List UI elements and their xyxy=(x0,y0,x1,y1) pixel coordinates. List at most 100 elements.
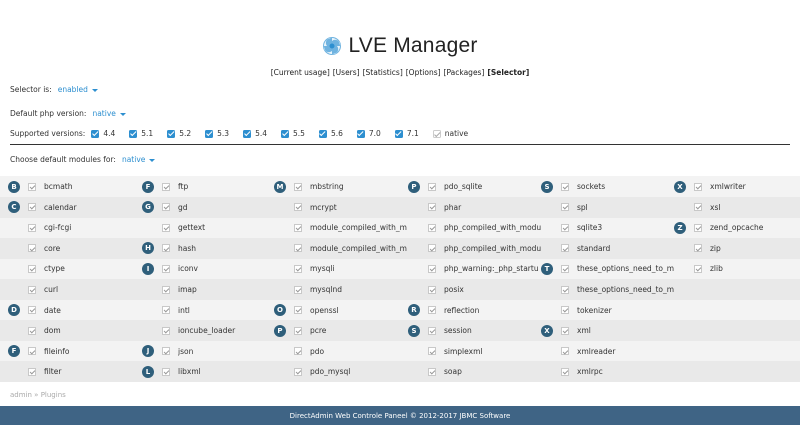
module-checkbox[interactable] xyxy=(162,347,170,356)
module-checkbox[interactable] xyxy=(694,223,702,232)
module-checkbox[interactable] xyxy=(294,244,302,253)
module-item[interactable]: mbstring xyxy=(294,176,408,197)
module-checkbox[interactable] xyxy=(428,367,436,376)
module-checkbox[interactable] xyxy=(561,306,569,315)
module-checkbox[interactable] xyxy=(28,347,36,356)
module-item[interactable]: tokenizer xyxy=(561,300,675,321)
default-php-dropdown[interactable]: native xyxy=(92,109,126,118)
module-checkbox[interactable] xyxy=(162,264,170,273)
module-item[interactable]: gd xyxy=(162,197,276,218)
module-item[interactable]: zend_opcache xyxy=(694,217,800,238)
module-item[interactable]: php_compiled_with_modu xyxy=(428,217,542,238)
nav-statistics[interactable]: [Statistics] xyxy=(363,68,403,77)
module-checkbox[interactable] xyxy=(428,264,436,273)
module-item[interactable]: session xyxy=(428,320,542,341)
module-checkbox[interactable] xyxy=(561,244,569,253)
module-checkbox[interactable] xyxy=(694,182,702,191)
version-option[interactable]: 5.5 xyxy=(281,129,305,138)
version-checkbox[interactable] xyxy=(243,129,252,138)
module-item[interactable]: ctype xyxy=(28,258,142,279)
module-checkbox[interactable] xyxy=(162,326,170,335)
module-item[interactable]: intl xyxy=(162,300,276,321)
module-item[interactable]: phar xyxy=(428,197,542,218)
module-checkbox[interactable] xyxy=(694,203,702,212)
module-item[interactable]: curl xyxy=(28,279,142,300)
module-item[interactable]: libxml xyxy=(162,361,276,382)
module-item[interactable]: ioncube_loader xyxy=(162,320,276,341)
module-checkbox[interactable] xyxy=(561,203,569,212)
module-checkbox[interactable] xyxy=(294,326,302,335)
module-checkbox[interactable] xyxy=(428,182,436,191)
breadcrumb-current[interactable]: Plugins xyxy=(41,391,66,399)
module-checkbox[interactable] xyxy=(28,285,36,294)
module-item[interactable]: xmlwriter xyxy=(694,176,800,197)
module-item[interactable]: core xyxy=(28,238,142,259)
module-item[interactable]: hash xyxy=(162,238,276,259)
module-checkbox[interactable] xyxy=(28,306,36,315)
module-checkbox[interactable] xyxy=(28,326,36,335)
module-checkbox[interactable] xyxy=(162,223,170,232)
module-item[interactable]: xml xyxy=(561,320,675,341)
module-item[interactable]: mysqli xyxy=(294,258,408,279)
module-item[interactable]: these_options_need_to_m xyxy=(561,258,675,279)
module-checkbox[interactable] xyxy=(162,182,170,191)
version-checkbox[interactable] xyxy=(318,129,327,138)
module-item[interactable]: xmlreader xyxy=(561,341,675,362)
module-item[interactable]: calendar xyxy=(28,197,142,218)
module-checkbox[interactable] xyxy=(694,244,702,253)
module-checkbox[interactable] xyxy=(694,264,702,273)
module-item[interactable]: openssl xyxy=(294,300,408,321)
module-item[interactable]: pdo xyxy=(294,341,408,362)
module-checkbox[interactable] xyxy=(428,326,436,335)
module-checkbox[interactable] xyxy=(561,182,569,191)
module-checkbox[interactable] xyxy=(28,244,36,253)
module-item[interactable]: iconv xyxy=(162,258,276,279)
version-checkbox[interactable] xyxy=(432,129,441,138)
module-checkbox[interactable] xyxy=(294,367,302,376)
module-checkbox[interactable] xyxy=(294,182,302,191)
version-checkbox[interactable] xyxy=(394,129,403,138)
module-item[interactable]: mysqlnd xyxy=(294,279,408,300)
version-option[interactable]: 5.6 xyxy=(318,129,343,138)
module-item[interactable]: imap xyxy=(162,279,276,300)
module-item[interactable]: soap xyxy=(428,361,542,382)
module-item[interactable]: json xyxy=(162,341,276,362)
module-item[interactable]: standard xyxy=(561,238,675,259)
version-checkbox[interactable] xyxy=(205,129,214,138)
module-checkbox[interactable] xyxy=(294,306,302,315)
module-item[interactable]: php_compiled_with_modu xyxy=(428,238,542,259)
module-item[interactable]: pdo_mysql xyxy=(294,361,408,382)
module-checkbox[interactable] xyxy=(428,285,436,294)
module-item[interactable]: module_compiled_with_m xyxy=(294,217,408,238)
version-checkbox[interactable] xyxy=(356,129,365,138)
module-item[interactable]: xmlrpc xyxy=(561,361,675,382)
module-checkbox[interactable] xyxy=(428,306,436,315)
module-checkbox[interactable] xyxy=(28,223,36,232)
module-item[interactable]: spl xyxy=(561,197,675,218)
module-item[interactable]: bcmath xyxy=(28,176,142,197)
module-item[interactable]: date xyxy=(28,300,142,321)
nav-users[interactable]: [Users] xyxy=(333,68,360,77)
module-checkbox[interactable] xyxy=(294,347,302,356)
module-item[interactable]: dom xyxy=(28,320,142,341)
version-checkbox[interactable] xyxy=(167,129,176,138)
module-checkbox[interactable] xyxy=(561,347,569,356)
module-checkbox[interactable] xyxy=(294,285,302,294)
version-checkbox[interactable] xyxy=(129,129,138,138)
module-checkbox[interactable] xyxy=(561,285,569,294)
module-checkbox[interactable] xyxy=(294,203,302,212)
module-checkbox[interactable] xyxy=(294,264,302,273)
version-option[interactable]: 7.1 xyxy=(394,129,419,138)
module-item[interactable]: cgi-fcgi xyxy=(28,217,142,238)
nav-options[interactable]: [Options] xyxy=(406,68,441,77)
module-item[interactable]: simplexml xyxy=(428,341,542,362)
module-checkbox[interactable] xyxy=(162,203,170,212)
module-item[interactable]: fileinfo xyxy=(28,341,142,362)
nav-packages[interactable]: [Packages] xyxy=(444,68,485,77)
module-checkbox[interactable] xyxy=(428,347,436,356)
version-checkbox[interactable] xyxy=(91,129,100,138)
default-modules-dropdown[interactable]: native xyxy=(122,155,156,164)
version-option[interactable]: 5.3 xyxy=(205,129,229,138)
version-option[interactable]: 4.4 xyxy=(91,129,115,138)
module-item[interactable]: gettext xyxy=(162,217,276,238)
